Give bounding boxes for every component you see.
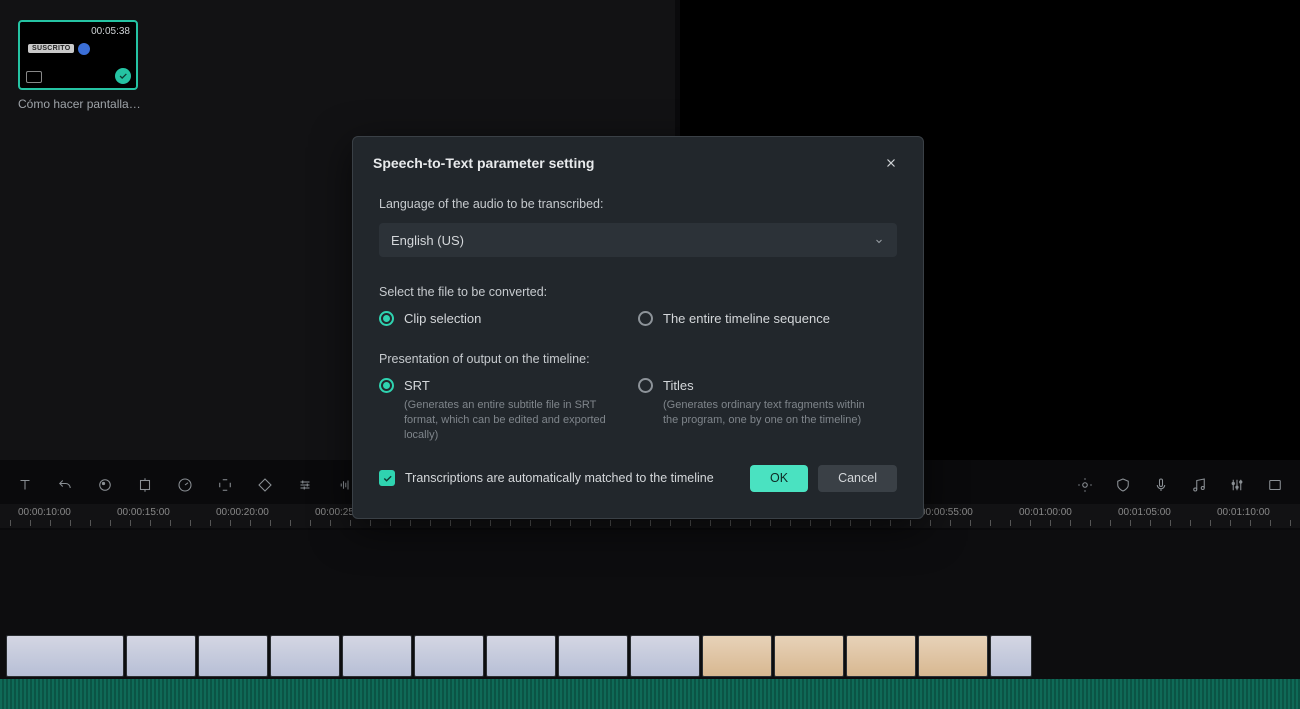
- srt-description: (Generates an entire subtitle file in SR…: [379, 398, 619, 443]
- auto-match-label: Transcriptions are automatically matched…: [405, 471, 750, 485]
- speech-to-text-dialog: Speech-to-Text parameter setting Languag…: [352, 136, 924, 519]
- chevron-down-icon: [873, 235, 885, 250]
- check-icon: [382, 473, 393, 484]
- close-icon: [884, 156, 898, 170]
- language-value: English (US): [391, 233, 464, 248]
- cancel-button[interactable]: Cancel: [818, 465, 897, 492]
- language-label: Language of the audio to be transcribed:: [379, 197, 897, 211]
- radio-srt[interactable]: SRT: [379, 378, 638, 393]
- auto-match-checkbox[interactable]: [379, 470, 395, 486]
- language-select[interactable]: English (US): [379, 223, 897, 257]
- radio-clip-selection[interactable]: Clip selection: [379, 311, 638, 326]
- modal-overlay: Speech-to-Text parameter setting Languag…: [0, 0, 1300, 709]
- titles-description: (Generates ordinary text fragments withi…: [638, 398, 878, 428]
- close-button[interactable]: [879, 151, 903, 175]
- radio-entire-timeline[interactable]: The entire timeline sequence: [638, 311, 897, 326]
- output-label: Presentation of output on the timeline:: [379, 352, 897, 366]
- radio-on-icon: [379, 378, 394, 393]
- ok-button[interactable]: OK: [750, 465, 808, 492]
- file-select-label: Select the file to be converted:: [379, 285, 897, 299]
- dialog-title: Speech-to-Text parameter setting: [373, 155, 594, 171]
- radio-off-icon: [638, 311, 653, 326]
- radio-titles[interactable]: Titles: [638, 378, 897, 393]
- radio-on-icon: [379, 311, 394, 326]
- radio-off-icon: [638, 378, 653, 393]
